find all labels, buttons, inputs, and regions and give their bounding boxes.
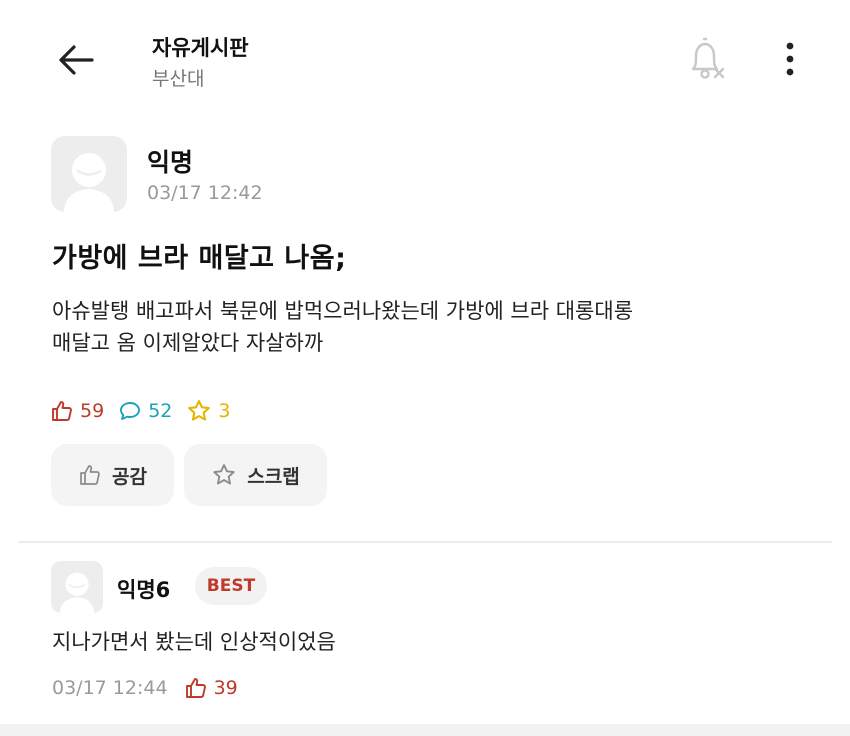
comment-author: 익명6 xyxy=(117,578,171,602)
more-options-button[interactable] xyxy=(770,36,810,82)
post-stats: 59 52 3 xyxy=(50,397,244,425)
thumbs-up-icon xyxy=(80,465,100,485)
scrap-count-value: 3 xyxy=(218,400,231,422)
post-body: 아슈발탱 배고파서 북문에 밥먹으러나왔는데 가방에 브라 대롱대롱 매달고 옴… xyxy=(52,299,634,355)
comment-author-avatar xyxy=(51,561,103,613)
star-icon xyxy=(213,464,235,485)
comment-timestamp: 03/17 12:44 xyxy=(52,677,168,699)
default-profile-icon xyxy=(64,153,114,212)
scrap-button[interactable]: 스크랩 xyxy=(184,444,327,506)
comment-count: 52 xyxy=(118,399,172,423)
speech-bubble-icon xyxy=(120,402,141,420)
arrow-left-icon xyxy=(59,45,94,75)
school-name: 부산대 xyxy=(152,68,205,90)
like-button-label: 공감 xyxy=(112,465,147,488)
like-count: 59 xyxy=(50,399,104,423)
section-divider xyxy=(18,541,832,543)
more-vertical-icon xyxy=(786,42,794,76)
author-avatar xyxy=(51,136,127,212)
back-button[interactable] xyxy=(52,36,100,84)
best-badge: BEST xyxy=(195,567,267,605)
scrap-button-label: 스크랩 xyxy=(247,465,300,488)
post-author: 익명 xyxy=(147,148,194,177)
like-button[interactable]: 공감 xyxy=(51,444,174,506)
star-icon xyxy=(188,400,211,421)
app-header: 자유게시판 부산대 xyxy=(0,0,850,120)
comment-count-value: 52 xyxy=(148,400,173,422)
comment-meta: 03/17 12:44 39 xyxy=(52,674,238,702)
next-section-edge xyxy=(0,724,850,736)
thumbs-up-icon xyxy=(185,678,206,698)
notification-toggle-button[interactable] xyxy=(684,36,730,82)
thumbs-up-icon xyxy=(52,401,72,421)
board-title: 자유게시판 xyxy=(152,36,249,60)
default-profile-icon xyxy=(59,572,95,613)
like-count-value: 59 xyxy=(80,400,105,422)
post-timestamp: 03/17 12:42 xyxy=(147,182,263,204)
comment-like-count: 39 xyxy=(213,677,238,699)
comment-like-button[interactable]: 39 xyxy=(184,676,238,700)
comment-body: 지나가면서 봤는데 인상적이었음 xyxy=(52,630,336,654)
bell-off-icon xyxy=(691,37,725,79)
post-title: 가방에 브라 매달고 나옴; xyxy=(52,243,347,274)
scrap-count: 3 xyxy=(186,398,230,424)
